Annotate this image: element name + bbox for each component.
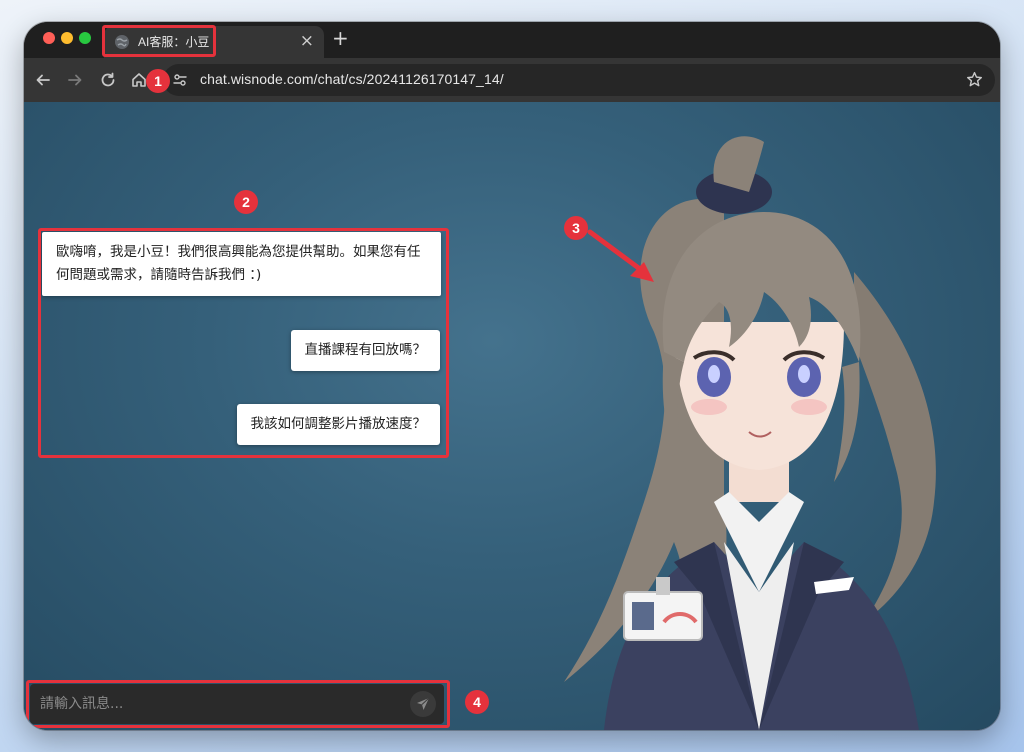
site-settings-icon[interactable] <box>172 72 188 88</box>
close-window-button[interactable] <box>43 32 55 44</box>
browser-window: AI客服：小豆 × + chat.wisnode.com/chat/cs/202… <box>24 22 1000 730</box>
minimize-window-button[interactable] <box>61 32 73 44</box>
chat-input-bar <box>30 684 444 724</box>
bot-message: 歐嗨唷，我是小豆！我們很高興能為您提供幫助。如果您有任何問題或需求，請隨時告訴我… <box>42 232 441 296</box>
tab-title: AI客服：小豆 <box>138 35 210 49</box>
close-tab-icon[interactable]: × <box>300 31 314 51</box>
tab-bar: AI客服：小豆 × + <box>24 22 1000 58</box>
annotation-badge-1: 1 <box>146 69 170 93</box>
reload-icon[interactable] <box>99 71 117 89</box>
ai-avatar-character <box>564 136 936 730</box>
bookmark-star-icon[interactable] <box>966 71 983 88</box>
annotation-badge-2: 2 <box>234 190 258 214</box>
browser-tab-active[interactable]: AI客服：小豆 × <box>104 26 324 58</box>
browser-toolbar: chat.wisnode.com/chat/cs/20241126170147_… <box>24 58 1000 102</box>
chat-messages: 歐嗨唷，我是小豆！我們很高興能為您提供幫助。如果您有任何問題或需求，請隨時告訴我… <box>42 232 442 454</box>
back-arrow-icon[interactable] <box>34 71 52 89</box>
globe-icon <box>115 35 129 49</box>
annotation-arrow-icon <box>587 229 654 282</box>
maximize-window-button[interactable] <box>79 32 91 44</box>
page-viewport: 歐嗨唷，我是小豆！我們很高興能為您提供幫助。如果您有任何問題或需求，請隨時告訴我… <box>24 102 1000 730</box>
user-message: 直播課程有回放嗎？ <box>290 330 440 371</box>
chat-input[interactable] <box>40 684 400 724</box>
annotation-badge-4: 4 <box>465 690 489 714</box>
url-text[interactable]: chat.wisnode.com/chat/cs/20241126170147_… <box>200 71 504 87</box>
paper-plane-icon <box>417 697 430 710</box>
forward-arrow-icon[interactable] <box>66 71 84 89</box>
user-message: 我該如何調整影片播放速度？ <box>236 404 440 445</box>
address-bar[interactable]: chat.wisnode.com/chat/cs/20241126170147_… <box>163 64 995 96</box>
new-tab-button[interactable]: + <box>332 27 349 49</box>
send-button[interactable] <box>410 691 436 717</box>
